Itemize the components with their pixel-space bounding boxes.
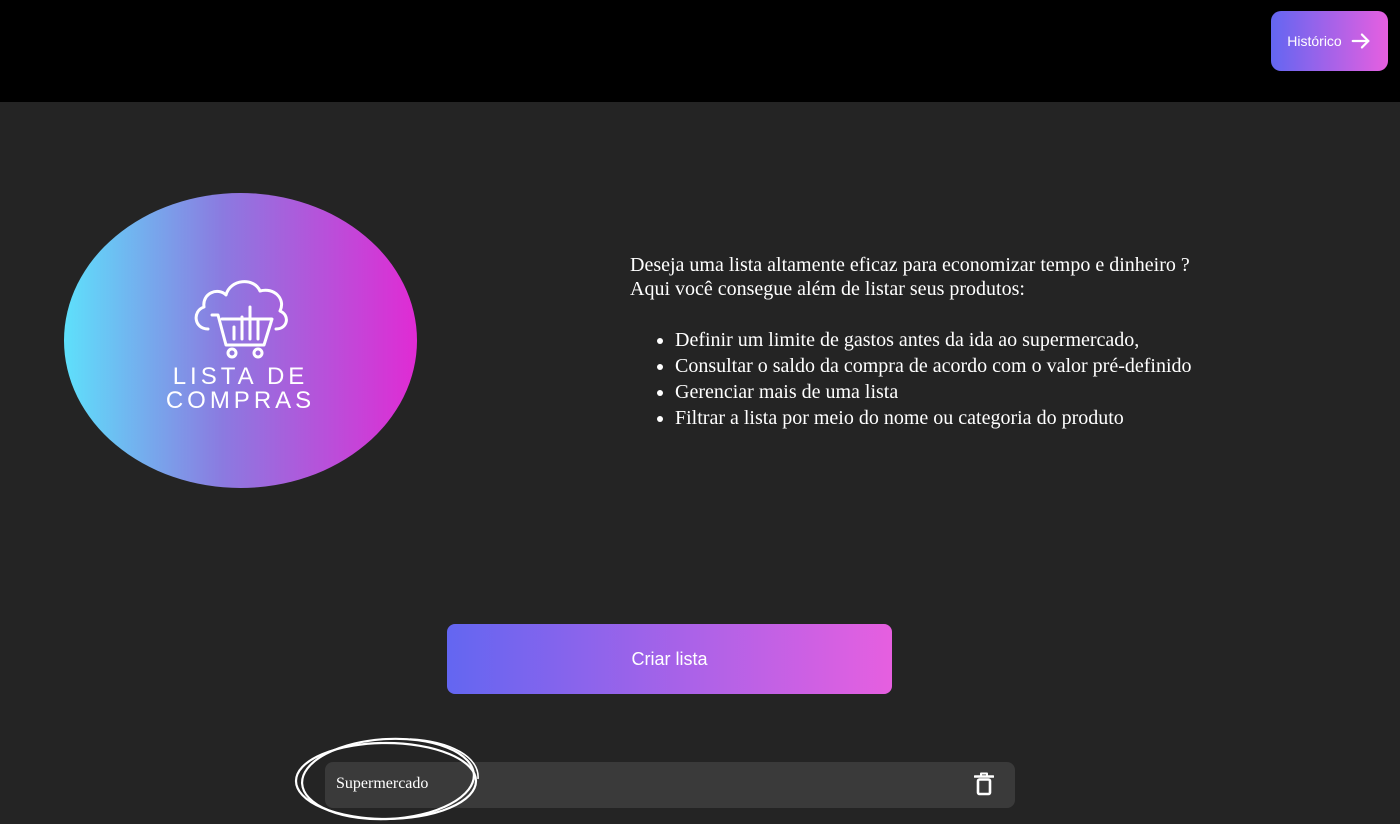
feature-item: Definir um limite de gastos antes da ida… [675,327,1310,353]
trash-icon[interactable] [974,772,994,796]
app-logo: LISTA DE COMPRAS [64,193,417,488]
top-bar: Histórico [0,0,1400,102]
create-list-button[interactable]: Criar lista [447,624,892,694]
feature-list: Definir um limite de gastos antes da ida… [630,327,1310,431]
intro-line2: Aqui você consegue além de listar seus p… [630,278,1025,300]
logo-text-line1: LISTA DE [172,363,309,390]
list-item[interactable]: Supermercado [325,762,1015,808]
history-button-label: Histórico [1287,33,1342,49]
feature-item: Consultar o saldo da compra de acordo co… [675,353,1310,379]
intro-section: Deseja uma lista altamente eficaz para e… [630,253,1310,431]
arrow-right-icon [1351,33,1370,49]
list-item-name[interactable]: Supermercado [336,775,428,793]
feature-item: Gerenciar mais de uma lista [675,379,1310,405]
history-button[interactable]: Histórico [1271,11,1388,71]
intro-line1: Deseja uma lista altamente eficaz para e… [630,254,1190,276]
cloud-cart-icon [194,280,288,359]
feature-item: Filtrar a lista por meio do nome ou cate… [675,405,1310,431]
create-list-label: Criar lista [631,648,708,669]
logo-text-line2: COMPRAS [165,387,316,414]
